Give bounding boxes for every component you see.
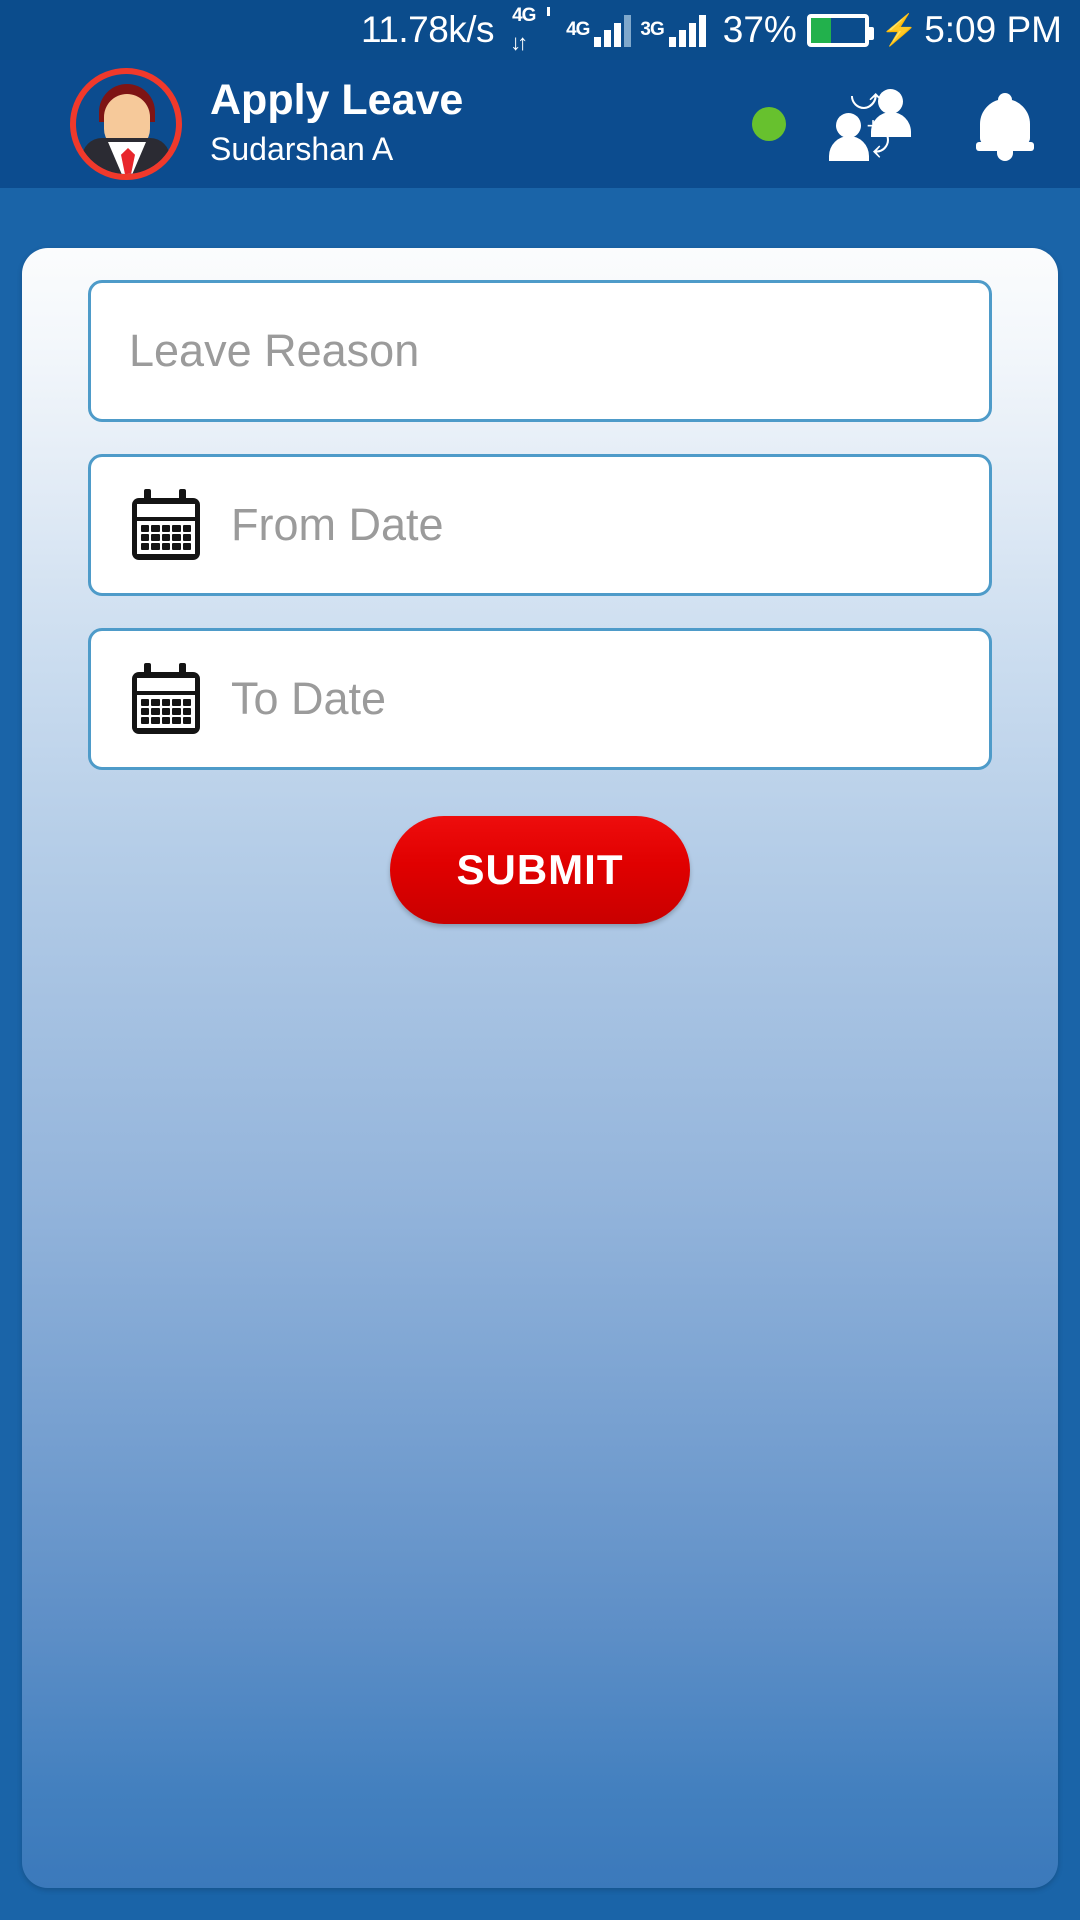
battery-fill bbox=[810, 17, 831, 43]
calendar-icon bbox=[129, 489, 203, 561]
leave-reason-field[interactable]: Leave Reason bbox=[88, 280, 992, 422]
user-name: Sudarshan A bbox=[210, 131, 394, 168]
online-status-dot bbox=[752, 107, 786, 141]
to-date-placeholder: To Date bbox=[231, 673, 387, 724]
data-transfer-arrows: ↓↑ bbox=[510, 30, 528, 55]
header-actions: ⤻ + ⤸ bbox=[752, 85, 1080, 161]
switch-user-icon[interactable]: ⤻ + ⤸ bbox=[828, 85, 914, 161]
network-speed-text: 11.78k/s bbox=[360, 9, 495, 50]
bell-clapper bbox=[997, 149, 1013, 161]
app-header: Apply Leave Sudarshan A ⤻ + ⤸ bbox=[0, 60, 1080, 188]
bell-body bbox=[980, 99, 1030, 145]
switch-arrow-down-icon: ⤸ bbox=[872, 125, 890, 158]
secondary-network-type-label: 3G bbox=[640, 19, 664, 40]
calendar-icon bbox=[129, 663, 203, 735]
status-bar: 11.78k/s 4G ↓↑ 4G 3G 37% ⚡ 5:09 PM bbox=[0, 0, 1080, 60]
apply-leave-card: Leave Reason From Date To Date SUBMIT bbox=[22, 248, 1058, 1888]
charging-bolt-icon: ⚡ bbox=[880, 13, 919, 47]
battery-percent-text: 37% bbox=[722, 9, 797, 50]
bell-icon[interactable] bbox=[976, 91, 1034, 161]
signal-strength-icon-2 bbox=[668, 13, 709, 47]
leave-reason-placeholder: Leave Reason bbox=[129, 325, 420, 376]
submit-button[interactable]: SUBMIT bbox=[390, 816, 690, 924]
avatar[interactable] bbox=[70, 68, 182, 180]
page-title: Apply Leave bbox=[210, 76, 464, 125]
clock-text: 5:09 PM bbox=[924, 9, 1062, 50]
data-transfer-icon: 4G ↓↑ bbox=[508, 5, 554, 55]
data-transfer-tick bbox=[547, 7, 551, 16]
battery-icon bbox=[806, 13, 874, 47]
from-date-placeholder: From Date bbox=[231, 499, 444, 550]
header-titles: Apply Leave Sudarshan A bbox=[210, 76, 463, 171]
from-date-field[interactable]: From Date bbox=[88, 454, 992, 596]
signal-strength-icon-1 bbox=[594, 13, 634, 47]
data-transfer-icon-label: 4G bbox=[512, 5, 536, 26]
to-date-field[interactable]: To Date bbox=[88, 628, 992, 770]
network-type-label: 4G bbox=[566, 19, 590, 40]
